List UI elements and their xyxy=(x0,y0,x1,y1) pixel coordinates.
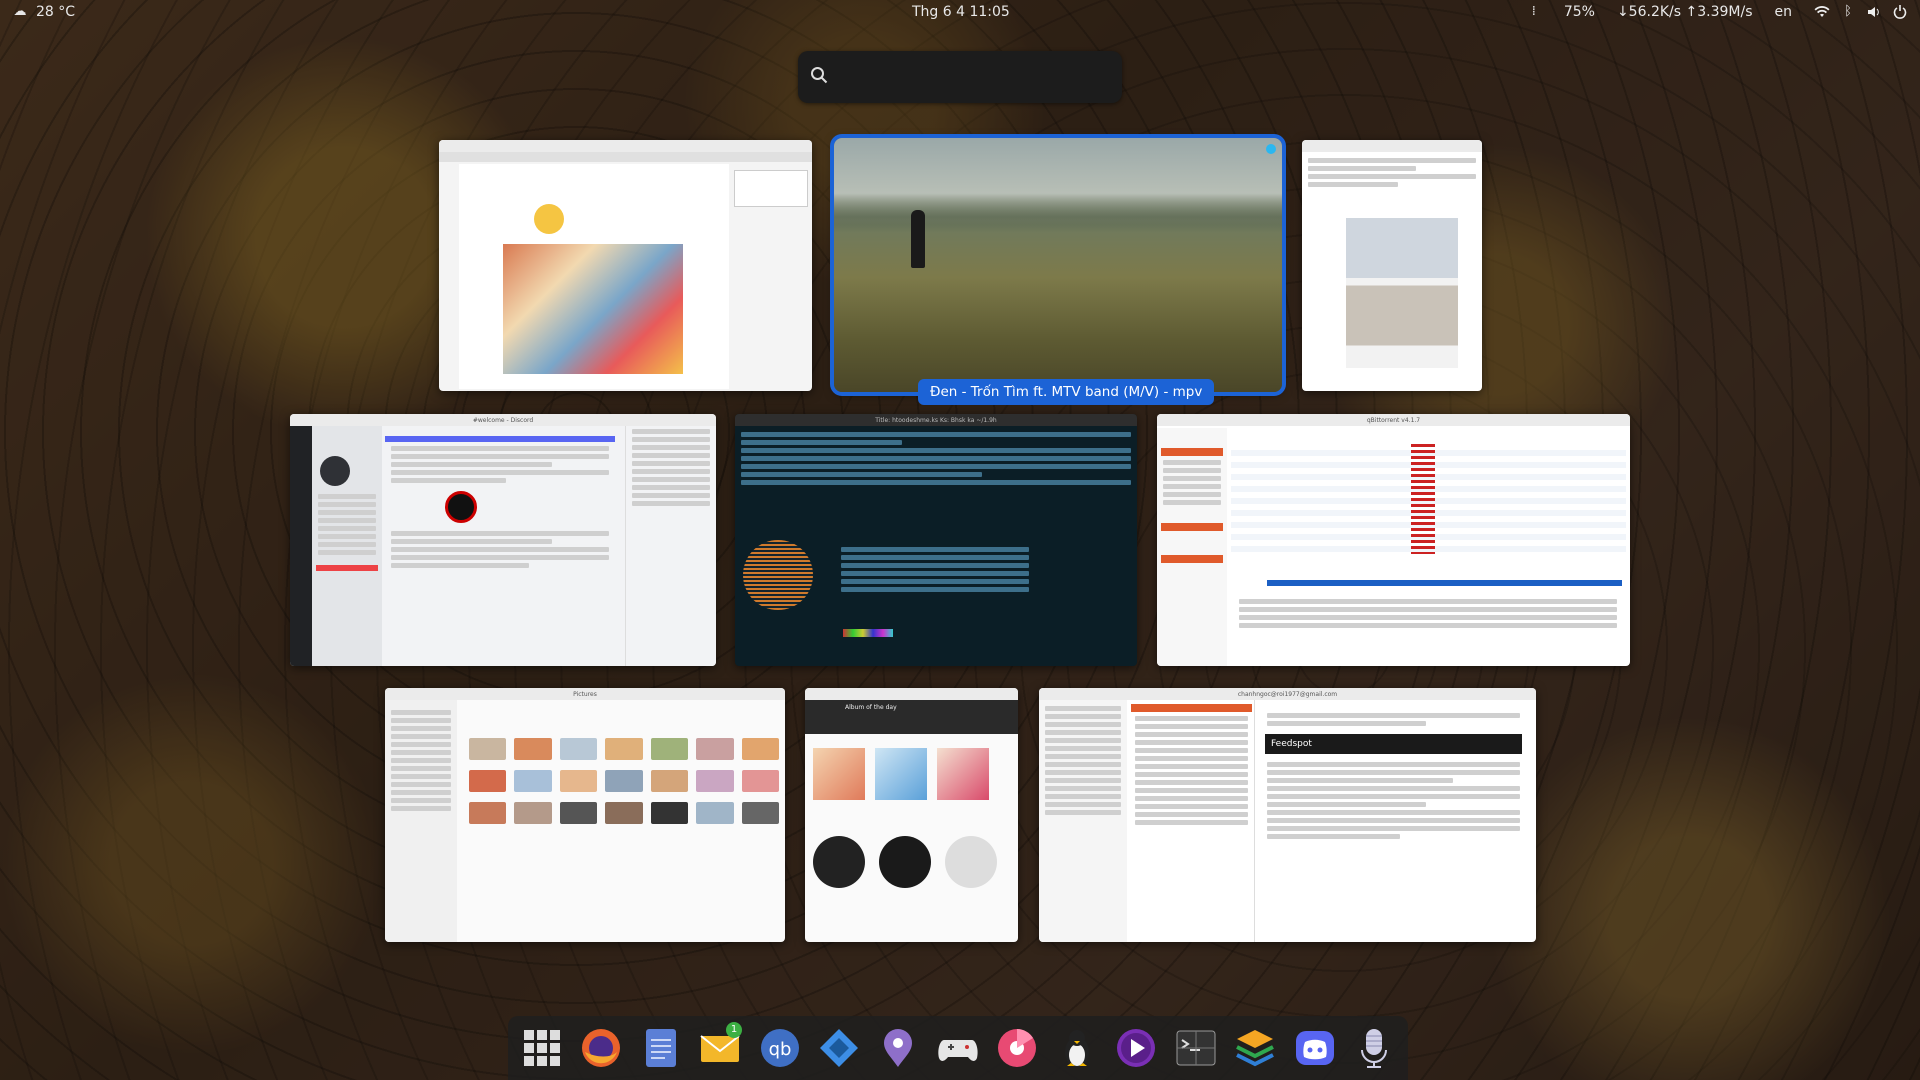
network-speed[interactable]: ↓56.2K/s ↑3.39M/s xyxy=(1617,4,1753,20)
neofetch-logo xyxy=(743,540,813,610)
album-of-day-header: Album of the day xyxy=(805,700,1018,734)
maps-icon[interactable] xyxy=(874,1024,922,1072)
overview-search[interactable] xyxy=(798,51,1122,103)
selected-window-title: Đen - Trốn Tìm ft. MTV band (M/V) - mpv xyxy=(918,379,1215,405)
window-discord[interactable]: #welcome - Discord xyxy=(290,414,716,666)
game-controller-icon[interactable] xyxy=(934,1024,982,1072)
qbittorrent-icon[interactable]: qb xyxy=(756,1024,804,1072)
media-player-icon[interactable] xyxy=(1112,1024,1160,1072)
clock[interactable]: Thg 6 4 11:05 xyxy=(912,4,1010,20)
channel-list xyxy=(312,426,382,666)
weather-temperature: 28 °C xyxy=(36,4,76,20)
dock: 1 qb xyxy=(508,1016,1408,1080)
window-titlebar: Pictures xyxy=(385,688,785,700)
window-titlebar: qBittorrent v4.1.7 xyxy=(1157,414,1630,426)
wifi-icon[interactable] xyxy=(1814,4,1830,20)
shared-image xyxy=(503,244,683,374)
artist-row[interactable] xyxy=(805,800,1018,888)
discord-icon[interactable] xyxy=(1291,1024,1339,1072)
window-qbittorrent[interactable]: qBittorrent v4.1.7 xyxy=(1157,414,1630,666)
window-files[interactable]: Pictures xyxy=(385,688,785,942)
cloud-icon: ☁ xyxy=(13,4,27,19)
music-player-icon[interactable] xyxy=(993,1024,1041,1072)
weather-indicator[interactable]: ☁ 28 °C xyxy=(12,4,76,20)
window-titlebar: #welcome - Discord xyxy=(290,414,716,426)
svg-text:qb: qb xyxy=(768,1039,791,1060)
window-mail[interactable]: chanhngoc@roi1977@gmail.com Feedspot xyxy=(1039,688,1536,942)
kodi-icon[interactable] xyxy=(815,1024,863,1072)
files-sidebar xyxy=(385,700,457,942)
album-row[interactable] xyxy=(805,734,1018,800)
mail-badge: 1 xyxy=(726,1022,743,1038)
window-music[interactable]: Album of the day xyxy=(805,688,1018,942)
window-terminal[interactable]: Title: htoodeshme.ks Ks: Bhsk ka ~/1.9h xyxy=(735,414,1137,666)
mail-icon[interactable]: 1 xyxy=(696,1022,744,1072)
bluetooth-icon[interactable]: ᛒ xyxy=(1840,4,1856,20)
battery-percentage[interactable]: 75% xyxy=(1564,4,1595,20)
firefox-icon[interactable] xyxy=(577,1024,625,1072)
penguin-icon[interactable] xyxy=(1053,1024,1101,1072)
opera-logo-icon xyxy=(445,491,477,523)
window-browser-chat[interactable] xyxy=(439,140,812,391)
window-twitter[interactable] xyxy=(1302,140,1482,391)
window-mpv-video[interactable] xyxy=(830,134,1286,396)
top-bar: ☁ 28 °C Thg 6 4 11:05 ⁞ 75% ↓56.2K/s ↑3.… xyxy=(0,0,1920,26)
keyboard-language[interactable]: en xyxy=(1775,4,1793,20)
layers-icon[interactable] xyxy=(1231,1024,1279,1072)
search-icon xyxy=(811,67,828,84)
app-grid-icon[interactable] xyxy=(518,1024,566,1072)
filter-sidebar xyxy=(1157,428,1227,666)
window-titlebar: chanhngoc@roi1977@gmail.com xyxy=(1039,688,1536,700)
terminal-icon[interactable] xyxy=(1172,1024,1220,1072)
window-close-dot[interactable] xyxy=(1266,144,1276,154)
window-titlebar xyxy=(439,140,812,152)
progress-bar xyxy=(1267,580,1622,586)
window-titlebar xyxy=(805,688,1018,700)
torrent-list[interactable] xyxy=(1231,444,1626,554)
power-icon[interactable] xyxy=(1892,4,1908,20)
feedspot-banner: Feedspot xyxy=(1265,734,1522,754)
server-sidebar xyxy=(290,426,312,666)
text-editor-icon[interactable] xyxy=(637,1024,685,1072)
file-grid[interactable] xyxy=(459,728,785,834)
microphone-icon[interactable] xyxy=(1350,1024,1398,1072)
video-frame xyxy=(834,138,1282,392)
dots-grid-icon[interactable]: ⁞ xyxy=(1526,4,1542,20)
window-titlebar xyxy=(1302,140,1482,152)
search-input[interactable] xyxy=(842,61,1110,95)
window-titlebar: Title: htoodeshme.ks Ks: Bhsk ka ~/1.9h xyxy=(735,414,1137,426)
volume-icon[interactable] xyxy=(1866,4,1882,20)
sticker-icon xyxy=(534,204,564,234)
person-figure xyxy=(911,210,925,268)
comic-image xyxy=(1346,218,1458,368)
